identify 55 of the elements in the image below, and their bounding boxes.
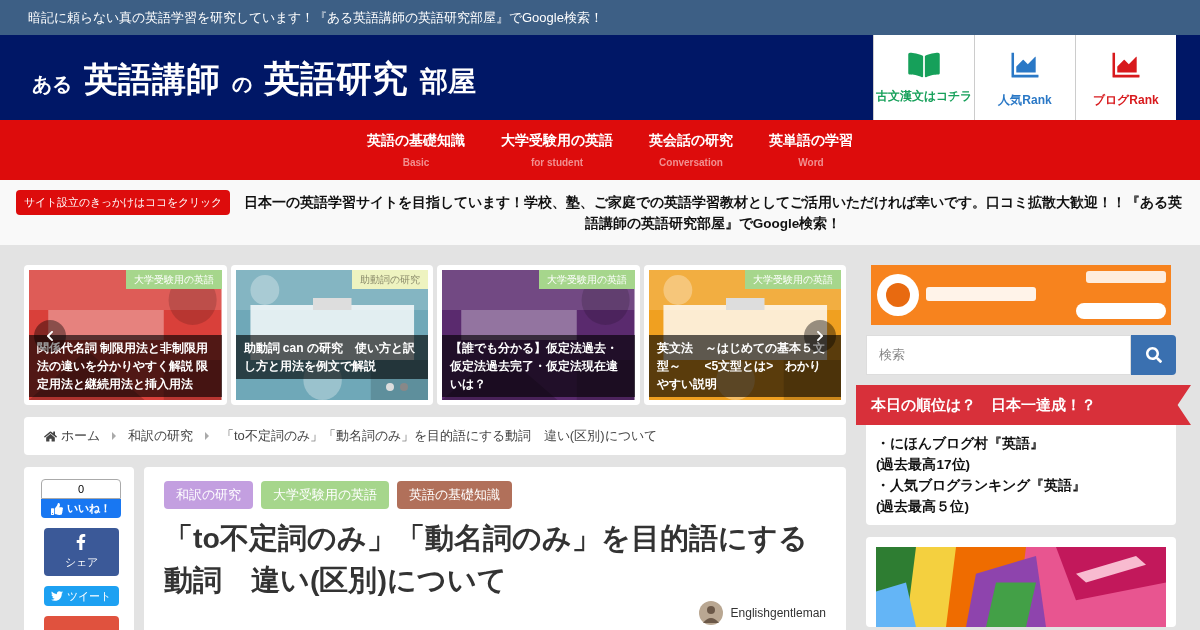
header-link[interactable]: 古文漢文はコチラ	[873, 35, 974, 120]
search-icon	[1145, 347, 1162, 363]
like-button[interactable]: いいね！	[41, 499, 121, 518]
twitter-icon	[51, 590, 63, 602]
ranking-line: ・にほんブログ村『英語』	[876, 435, 1045, 453]
category-tag: 大学受験用の英語	[538, 270, 635, 289]
slide-caption: 【誰でも分かる】仮定法過去・仮定法過去完了・仮定法現在違いは？	[442, 335, 635, 397]
author-name: Englishgentleman	[730, 604, 826, 622]
nav-item[interactable]: 英語の基礎知識 Basic	[367, 130, 465, 170]
slide-card[interactable]: 助動詞の研究 助動詞 can の研究 使い方と訳し方と用法を例文で解説	[230, 265, 433, 405]
category-tag: 大学受験用の英語	[745, 270, 841, 289]
header-link[interactable]: ブログRank	[1075, 35, 1176, 120]
ranking-line: ・人気ブログランキング『英語』	[876, 477, 1087, 495]
slide-card[interactable]: 大学受験用の英語 関係代名詞 制限用法と非制限用法の違いを分かりやすく解説 限定用法と継続用法と挿入用法	[24, 265, 227, 405]
nav-item[interactable]: 大学受験用の英語 for student	[501, 130, 613, 170]
slide-caption: 関係代名詞 制限用法と非制限用法の違いを分かりやすく解説 限定用法と継続用法と挿入用法	[29, 335, 222, 397]
notice-text: 日本一の英語学習サイトを目指しています！学校、塾、ご家庭での英語学習教材としてご活用いただければ幸いです。口コミ拡散大歓迎！！『ある英語講師の英語研究部屋』でGoogle検索！	[243, 193, 1183, 233]
category-tag: 助動詞の研究	[352, 270, 428, 289]
slide-caption: 英文法 ～はじめての基本５文型～ <5文型とは> わかりやすい説明	[648, 335, 841, 397]
nav-item[interactable]: 英会話の研究 Conversation	[649, 130, 733, 170]
caret-icon	[112, 432, 116, 440]
search-field[interactable]: 検索	[866, 335, 1131, 375]
logo-text: 英語講師	[84, 58, 220, 100]
slide-card[interactable]: 大学受験用の英語 英文法 ～はじめての基本５文型～ <5文型とは> わかりやすい説明	[643, 265, 846, 405]
logo-text: の	[232, 71, 252, 97]
avatar	[698, 600, 723, 625]
header-link[interactable]: 人気Rank	[974, 35, 1075, 120]
category-tag[interactable]: 英語の基礎知識	[397, 481, 512, 509]
breadcrumb-link[interactable]: 和訳の研究	[128, 426, 193, 446]
breadcrumb-link[interactable]: 「to不定詞のみ」「動名詞のみ」を目的語にする動詞 違い(区別)について	[221, 426, 657, 446]
ranking-title: 本日の順位は？ 日本一達成！？	[871, 394, 1096, 415]
home-icon	[44, 429, 57, 443]
caret-icon	[205, 432, 209, 440]
like-widget[interactable]: 0 いいね！	[41, 479, 121, 518]
breadcrumb-link[interactable]: ホーム	[44, 426, 100, 446]
logo-text: 英語研究	[264, 55, 408, 101]
share-button[interactable]: シェア	[43, 528, 119, 576]
tagline: 暗記に頼らない真の英語学習を研究しています！『ある英語講師の英語研究部屋』でGoogle検索！	[28, 8, 603, 27]
book-icon	[906, 50, 942, 79]
search-button[interactable]	[1131, 335, 1176, 375]
ranking-line: (過去最高17位)	[876, 456, 971, 474]
nav-item[interactable]: 英単語の学習 Word	[769, 130, 853, 170]
notice-button[interactable]: サイト設立のきっかけはココをクリック	[16, 190, 230, 215]
ranking-line: (過去最高５位)	[876, 498, 970, 516]
chevron-right-icon	[814, 330, 826, 342]
slide-card[interactable]: 大学受験用の英語 【誰でも分かる】仮定法過去・仮定法過去完了・仮定法現在違いは？	[437, 265, 640, 405]
category-tag: 大学受験用の英語	[125, 270, 222, 289]
thumbs-up-icon	[51, 502, 63, 515]
chevron-left-icon	[44, 330, 56, 342]
tweet-button[interactable]: ツイート	[43, 586, 119, 606]
like-count: 0	[41, 479, 121, 499]
logo-text: ある	[32, 71, 72, 97]
slide-caption: 助動詞 can の研究 使い方と訳し方と用法を例文で解説	[235, 335, 428, 379]
logo-text: 部屋	[420, 63, 476, 100]
article-title: 「to不定詞のみ」「動名詞のみ」を目的語にする動詞 違い(区別)について	[164, 520, 809, 598]
